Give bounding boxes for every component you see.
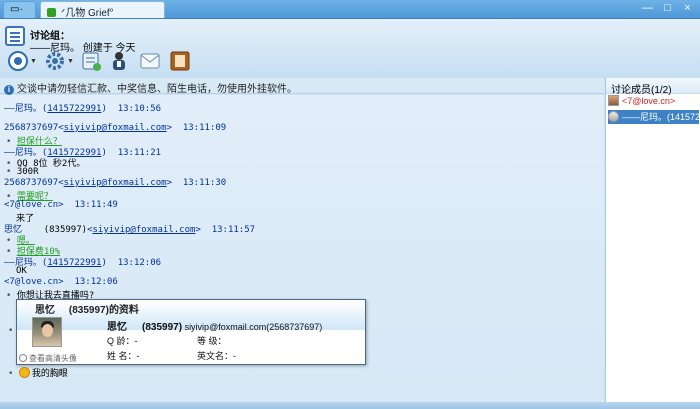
profile-q-age: Q 龄：- [107, 336, 138, 346]
message-time: 13:11:49 [74, 200, 118, 210]
chat-header: 讨论组： ——尼玛。 创建于 今天 ▼ ▼ [0, 19, 700, 78]
profile-identity: 思忆 (835997) siyivip@foxmail.com(25687376… [107, 318, 322, 333]
profile-level: 等 级： [197, 336, 227, 346]
message-text: 300R [16, 167, 39, 177]
message-header: <7@love.cn> 13:12:06 [4, 277, 118, 287]
avatar [608, 95, 619, 106]
app-box-icon[interactable] [169, 50, 191, 72]
close-button[interactable]: × [680, 2, 695, 16]
maximize-button[interactable]: □ [660, 2, 675, 16]
sender-id[interactable]: 1415722991 [47, 104, 101, 114]
security-notice: i 交谈中请勿轻信汇款、中奖信息、陌生电话，勿使用外挂软件。 [0, 78, 604, 95]
message-body: OK [16, 266, 27, 276]
sender-email[interactable]: siyivip@foxmail.com [92, 225, 195, 235]
message-text: 我的胸眼 [31, 369, 68, 379]
message-header: ——尼玛。(1415722991) 13:12:06 [4, 258, 162, 268]
message-time: 13:10:56 [117, 104, 162, 114]
profile-card-popup[interactable]: 思忆 (835997)的资料 查看高清头像 思忆 (835997) siyivi… [16, 299, 366, 365]
profile-qq: (835997) [68, 305, 109, 316]
message-text: OK [16, 266, 27, 276]
add-members-icon[interactable] [80, 50, 102, 72]
profile-qq: (835997) [142, 322, 183, 333]
members-sidebar: 讨论成员(1/2) <7@love.cn> ——尼玛。(14157229... [605, 78, 700, 402]
sender-name[interactable]: 2568737697 [4, 178, 58, 188]
profile-name: 思忆 [35, 305, 55, 316]
mail-icon[interactable] [139, 50, 161, 72]
input-toolbar-edge [0, 402, 700, 409]
bullet-marker: • [8, 326, 14, 336]
profile-card-title: 思忆 (835997)的资料 [35, 301, 139, 316]
profile-real-name: 姓 名：- [107, 351, 140, 361]
sender-qq: (835997) [43, 225, 88, 235]
sender-name[interactable]: 2568737697 [4, 123, 58, 133]
avatar-face [42, 324, 53, 337]
message-header: ——尼玛。(1415722991) 13:10:56 [4, 104, 162, 114]
profile-email[interactable]: siyivip@foxmail.com(2568737697) [185, 322, 323, 332]
minimize-button[interactable]: — [640, 2, 655, 16]
profile-name: 思忆 [107, 322, 127, 333]
member-name: <7@love.cn> [622, 96, 676, 106]
message-time: 13:11:21 [117, 148, 162, 158]
member-manage-icon[interactable] [108, 50, 130, 72]
notice-text: 交谈中请勿轻信汇款、中奖信息、陌生电话，勿使用外挂软件。 [17, 84, 297, 95]
view-avatar-label: 查看高清头像 [29, 354, 77, 363]
title-bar: ▭· ᐟ几物 Grief° — □ × [0, 0, 700, 19]
info-icon: i [4, 85, 14, 95]
message-header: <7@love.cn> 13:11:49 [4, 200, 118, 210]
discussion-group-icon [5, 26, 25, 46]
emoticon-icon [18, 367, 30, 378]
message-header: 2568737697<siyivip@foxmail.com> 13:11:09 [4, 123, 227, 133]
message-time: 13:12:06 [117, 258, 162, 268]
member-name: ——尼玛。(14157229... [622, 112, 699, 122]
avatar [608, 111, 619, 122]
avatar[interactable] [32, 317, 62, 347]
sender-name[interactable]: <7@love.cn> [4, 200, 64, 210]
message-header: 2568737697<siyivip@foxmail.com> 13:11:30 [4, 178, 227, 188]
message-time: 13:12:06 [74, 277, 118, 287]
message-time: 13:11:57 [211, 225, 256, 235]
chevron-down-icon[interactable]: ▼ [30, 58, 37, 65]
chat-message-area[interactable]: ——尼玛。(1415722991) 13:10:56 2568737697<si… [0, 95, 604, 402]
video-call-icon[interactable] [7, 50, 29, 72]
message-time: 13:11:30 [182, 178, 227, 188]
sender-id[interactable]: 1415722991 [47, 258, 101, 268]
tab2-label: ᐟ几物 Grief° [61, 8, 114, 19]
member-item-selected[interactable]: ——尼玛。(14157229... [608, 110, 699, 124]
message-header: 思忆 (835997)<siyivip@foxmail.com> 13:11:5… [4, 225, 256, 235]
tab1-label: · [19, 4, 23, 15]
tab-chat-list[interactable]: ▭· [3, 1, 36, 18]
status-icon [47, 8, 56, 17]
chevron-down-icon[interactable]: ▼ [67, 58, 74, 65]
sender-email[interactable]: siyivip@foxmail.com [64, 123, 167, 133]
gear-icon[interactable] [44, 50, 66, 72]
profile-english-name: 英文名：- [197, 351, 237, 361]
view-hd-avatar-link[interactable]: 查看高清头像 [19, 353, 77, 364]
sender-name[interactable]: ——尼玛。 [4, 104, 42, 114]
tab-grief[interactable]: ᐟ几物 Grief° [40, 1, 165, 19]
sender-name[interactable]: <7@love.cn> [4, 277, 64, 287]
member-item[interactable]: <7@love.cn> [608, 95, 699, 109]
message-body: • 300R [6, 167, 39, 177]
sender-email[interactable]: siyivip@foxmail.com [64, 178, 167, 188]
magnifier-icon [19, 354, 27, 362]
profile-suffix: 的资料 [108, 305, 139, 316]
members-title: 讨论成员(1/2) [606, 78, 700, 96]
message-body: • 我的胸眼 [8, 367, 68, 379]
message-time: 13:11:09 [182, 123, 227, 133]
